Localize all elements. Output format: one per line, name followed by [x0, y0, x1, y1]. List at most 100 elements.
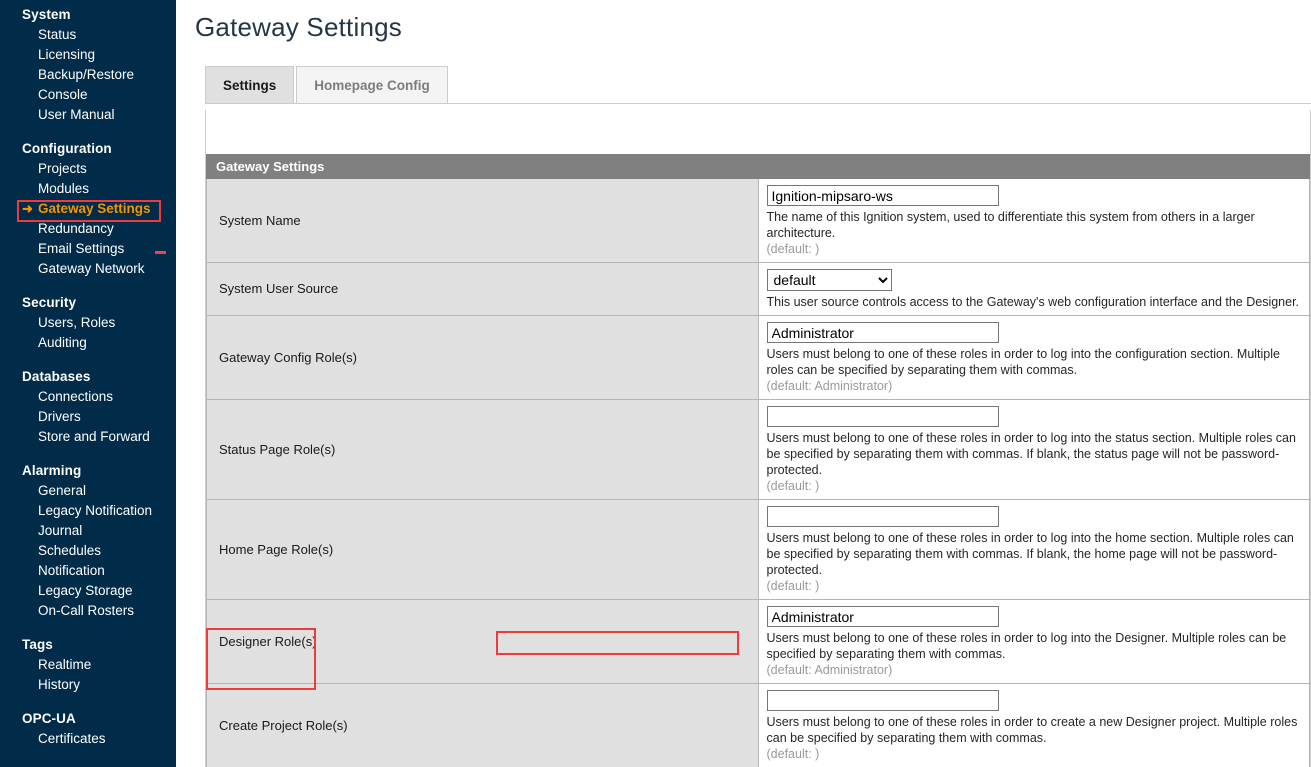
settings-row: Home Page Role(s)Users must belong to on… — [207, 500, 1310, 600]
sidebar-item-label: Redundancy — [38, 221, 114, 236]
sidebar-item-projects[interactable]: Projects — [0, 159, 176, 179]
sidebar-item-label: History — [38, 677, 80, 692]
settings-row: System User SourcedefaultThis user sourc… — [207, 263, 1310, 316]
row-default-note: (default: Administrator) — [767, 663, 1302, 678]
sidebar-group: Alarming General Legacy Notification Journa… — [0, 460, 176, 621]
sidebar-item-journal[interactable]: Journal — [0, 521, 176, 541]
sidebar-item-gateway-settings[interactable]: ➜Gateway Settings — [0, 199, 176, 219]
tab-list: SettingsHomepage Config — [205, 66, 450, 104]
sidebar-item-certificates[interactable]: Certificates — [0, 729, 176, 749]
sidebar-item-label: Legacy Notification — [38, 503, 152, 518]
settings-row: Gateway Config Role(s)Users must belong … — [207, 316, 1310, 400]
sidebar-item-users-roles[interactable]: Users, Roles — [0, 313, 176, 333]
sidebar-item-schedules[interactable]: Schedules — [0, 541, 176, 561]
sidebar-group: ConfigurationProjectsModules➜Gateway Set… — [0, 138, 176, 279]
sidebar-item-label: Connections — [38, 389, 113, 404]
table-head-row: Gateway Settings — [207, 155, 1310, 179]
status-page-role-s-input[interactable] — [767, 406, 999, 427]
system-name-input[interactable] — [767, 185, 999, 206]
row-field-system-user-source: defaultThis user source controls access … — [758, 263, 1310, 316]
arrow-right-icon: ➜ — [22, 201, 33, 217]
row-label-system-user-source: System User Source — [207, 263, 759, 316]
row-description: Users must belong to one of these roles … — [767, 714, 1302, 746]
sidebar-group-spacer — [0, 449, 176, 460]
table-body: System NameThe name of this Ignition sys… — [207, 179, 1310, 767]
sidebar-item-legacy-notification[interactable]: Legacy Notification — [0, 501, 176, 521]
sidebar-item-user-manual[interactable]: User Manual — [0, 105, 176, 125]
sidebar-group-header: System — [0, 4, 176, 25]
sidebar-group: TagsRealtime History — [0, 634, 176, 695]
row-label-gateway-config-role-s: Gateway Config Role(s) — [207, 316, 759, 400]
settings-row: Designer Role(s)Users must belong to one… — [207, 600, 1310, 684]
gateway-settings-table: Gateway Settings System NameThe name of … — [206, 154, 1310, 767]
sidebar-item-notification[interactable]: Notification — [0, 561, 176, 581]
sidebar-item-auditing[interactable]: Auditing — [0, 333, 176, 353]
settings-row: System NameThe name of this Ignition sys… — [207, 179, 1310, 263]
sidebar-item-history[interactable]: History — [0, 675, 176, 695]
create-project-role-s-input[interactable] — [767, 690, 999, 711]
sidebar-group-header: OPC-UA — [0, 708, 176, 729]
sidebar-item-label: Backup/Restore — [38, 67, 134, 82]
sidebar-item-label: General — [38, 483, 86, 498]
sidebar-item-label: On-Call Rosters — [38, 603, 134, 618]
row-description: Users must belong to one of these roles … — [767, 630, 1302, 662]
sidebar-item-licensing[interactable]: Licensing — [0, 45, 176, 65]
row-field-home-page-role-s: Users must belong to one of these roles … — [758, 500, 1310, 600]
sidebar-item-label: Store and Forward — [38, 429, 150, 444]
sidebar-group-header: Alarming — [0, 460, 176, 481]
sidebar-item-modules[interactable]: Modules — [0, 179, 176, 199]
sidebar-item-on-call-rosters[interactable]: On-Call Rosters — [0, 601, 176, 621]
cursor-artifact-dash — [155, 251, 166, 254]
sidebar-item-email-settings[interactable]: Email Settings — [0, 239, 176, 259]
sidebar-item-label: Console — [38, 87, 88, 102]
sidebar-group-spacer — [0, 697, 176, 708]
settings-row: Status Page Role(s)Users must belong to … — [207, 400, 1310, 500]
tab-settings[interactable]: Settings — [205, 66, 294, 104]
sidebar-group-spacer — [0, 355, 176, 366]
row-field-create-project-role-s: Users must belong to one of these roles … — [758, 684, 1310, 767]
sidebar-item-label: Gateway Network — [38, 261, 145, 276]
sidebar-item-label: Journal — [38, 523, 82, 538]
sidebar-item-gateway-network[interactable]: Gateway Network — [0, 259, 176, 279]
sidebar-item-redundancy[interactable]: Redundancy — [0, 219, 176, 239]
sidebar-item-label: Modules — [38, 181, 89, 196]
sidebar-item-store-and-forward[interactable]: Store and Forward — [0, 427, 176, 447]
sidebar-item-label: Licensing — [38, 47, 95, 62]
sidebar-item-drivers[interactable]: Drivers — [0, 407, 176, 427]
designer-role-s-input[interactable] — [767, 606, 999, 627]
sidebar-group: OPC-UACertificates — [0, 708, 176, 749]
gateway-config-role-s-input[interactable] — [767, 322, 999, 343]
tab-underline — [205, 103, 1311, 104]
sidebar-item-status[interactable]: Status — [0, 25, 176, 45]
sidebar-group-header: Databases — [0, 366, 176, 387]
row-label-status-page-role-s: Status Page Role(s) — [207, 400, 759, 500]
home-page-role-s-input[interactable] — [767, 506, 999, 527]
sidebar-item-label: Schedules — [38, 543, 101, 558]
row-label-designer-role-s: Designer Role(s) — [207, 600, 759, 684]
settings-row: Create Project Role(s)Users must belong … — [207, 684, 1310, 767]
sidebar-item-legacy-storage[interactable]: Legacy Storage — [0, 581, 176, 601]
sidebar-item-realtime[interactable]: Realtime — [0, 655, 176, 675]
row-default-note: (default: ) — [767, 579, 1302, 594]
tab-homepage-config[interactable]: Homepage Config — [296, 66, 448, 104]
sidebar-navigation: SystemStatus Licensing Backup/Restore Conso… — [0, 0, 176, 767]
sidebar-item-console[interactable]: Console — [0, 85, 176, 105]
gateway-settings-page: SystemStatus Licensing Backup/Restore Conso… — [0, 0, 1311, 767]
main-content: Gateway Settings SettingsHomepage Config… — [176, 0, 1311, 767]
sidebar-item-label: Email Settings — [38, 241, 124, 256]
system-user-source-select[interactable]: default — [767, 269, 892, 291]
row-label-create-project-role-s: Create Project Role(s) — [207, 684, 759, 767]
sidebar-groups: SystemStatus Licensing Backup/Restore Conso… — [0, 4, 176, 749]
sidebar-group: Databases Connections Drivers Store and For… — [0, 366, 176, 447]
row-label-system-name: System Name — [207, 179, 759, 263]
sidebar-group: SystemStatus Licensing Backup/Restore Conso… — [0, 4, 176, 125]
row-default-note: (default: ) — [767, 747, 1302, 762]
sidebar-item-general[interactable]: General — [0, 481, 176, 501]
sidebar-group-spacer — [0, 127, 176, 138]
sidebar-item-label: Legacy Storage — [38, 583, 133, 598]
sidebar-group-header: Tags — [0, 634, 176, 655]
row-field-system-name: The name of this Ignition system, used t… — [758, 179, 1310, 263]
sidebar-item-connections[interactable]: Connections — [0, 387, 176, 407]
sidebar-item-backup-restore[interactable]: Backup/Restore — [0, 65, 176, 85]
row-field-status-page-role-s: Users must belong to one of these roles … — [758, 400, 1310, 500]
